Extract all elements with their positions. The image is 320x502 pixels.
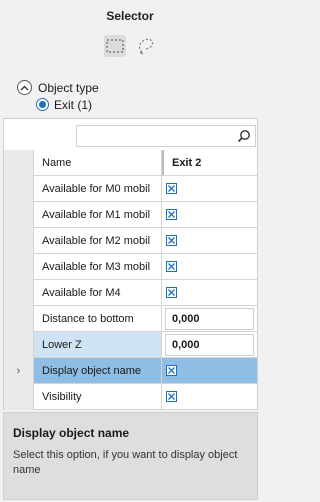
- row-gutter: [4, 228, 34, 254]
- object-type-collapse-button[interactable]: [17, 80, 32, 95]
- row-gutter: [4, 332, 34, 358]
- check-x-icon: [168, 393, 175, 400]
- exit-radio[interactable]: [36, 98, 49, 111]
- property-checkbox[interactable]: [166, 287, 177, 298]
- object-type-label: Object type: [38, 81, 99, 95]
- property-value-cell: [162, 280, 257, 306]
- description-title: Display object name: [13, 426, 130, 440]
- property-row[interactable]: Visibility: [4, 384, 257, 410]
- panel-title: Selector: [106, 9, 154, 23]
- lasso-select-icon: [139, 38, 154, 55]
- name-column-header: Name: [34, 150, 162, 176]
- property-row[interactable]: › Display object name: [4, 358, 257, 384]
- check-x-icon: [168, 211, 175, 218]
- value-column-header: Exit 2: [162, 150, 257, 176]
- property-value-cell: [162, 358, 257, 384]
- rectangle-select-icon: [106, 39, 124, 53]
- property-row[interactable]: Available for M3 mobil: [4, 254, 257, 280]
- row-gutter: [4, 202, 34, 228]
- lasso-select-button[interactable]: [135, 35, 157, 57]
- property-checkbox[interactable]: [166, 365, 177, 376]
- rectangle-select-button[interactable]: [104, 35, 126, 57]
- property-row[interactable]: Distance to bottom 0,000: [4, 306, 257, 332]
- check-x-icon: [168, 237, 175, 244]
- check-x-icon: [168, 263, 175, 270]
- row-gutter: ›: [4, 358, 34, 384]
- property-row[interactable]: Available for M2 mobil: [4, 228, 257, 254]
- property-value-cell: [162, 228, 257, 254]
- property-name: Available for M1 mobil: [34, 202, 162, 228]
- property-checkbox[interactable]: [166, 391, 177, 402]
- property-row[interactable]: Lower Z 0,000: [4, 332, 257, 358]
- row-gutter: [4, 254, 34, 280]
- property-row[interactable]: Available for M1 mobil: [4, 202, 257, 228]
- property-number-input[interactable]: 0,000: [165, 307, 254, 330]
- grid-header-row: Name Exit 2: [4, 150, 257, 176]
- description-text: Select this option, if you want to displ…: [13, 449, 238, 476]
- property-name: Visibility: [34, 384, 162, 410]
- property-name: Available for M4: [34, 280, 162, 306]
- property-grid: Name Exit 2 Available for M0 mobil Availa…: [3, 118, 258, 410]
- property-number-input[interactable]: 0,000: [165, 333, 254, 356]
- row-gutter: [4, 306, 34, 332]
- row-selected-marker: ›: [16, 365, 21, 377]
- property-value-cell: 0,000: [162, 306, 257, 332]
- property-checkbox[interactable]: [166, 261, 177, 272]
- property-search-input[interactable]: [76, 125, 256, 147]
- property-value-cell: [162, 384, 257, 410]
- property-checkbox[interactable]: [166, 235, 177, 246]
- property-value-cell: [162, 176, 257, 202]
- check-x-icon: [168, 367, 175, 374]
- property-value-cell: [162, 202, 257, 228]
- chevron-up-icon: [20, 85, 29, 90]
- property-row[interactable]: Available for M4: [4, 280, 257, 306]
- row-gutter: [4, 280, 34, 306]
- property-name: Distance to bottom: [34, 306, 162, 332]
- property-name: Available for M0 mobil: [34, 176, 162, 202]
- exit-radio-label[interactable]: Exit (1): [54, 98, 92, 112]
- property-name: Available for M2 mobil: [34, 228, 162, 254]
- description-panel: Display object name Select this option, …: [3, 412, 258, 500]
- property-row[interactable]: Available for M0 mobil: [4, 176, 257, 202]
- row-gutter: [4, 384, 34, 410]
- property-checkbox[interactable]: [166, 209, 177, 220]
- search-icon[interactable]: [237, 129, 251, 143]
- property-value-cell: [162, 254, 257, 280]
- property-checkbox[interactable]: [166, 183, 177, 194]
- check-x-icon: [168, 185, 175, 192]
- property-value-cell: 0,000: [162, 332, 257, 358]
- property-name: Lower Z: [34, 332, 162, 358]
- property-name: Available for M3 mobil: [34, 254, 162, 280]
- property-name: Display object name: [34, 358, 162, 384]
- row-gutter: [4, 176, 34, 202]
- check-x-icon: [168, 289, 175, 296]
